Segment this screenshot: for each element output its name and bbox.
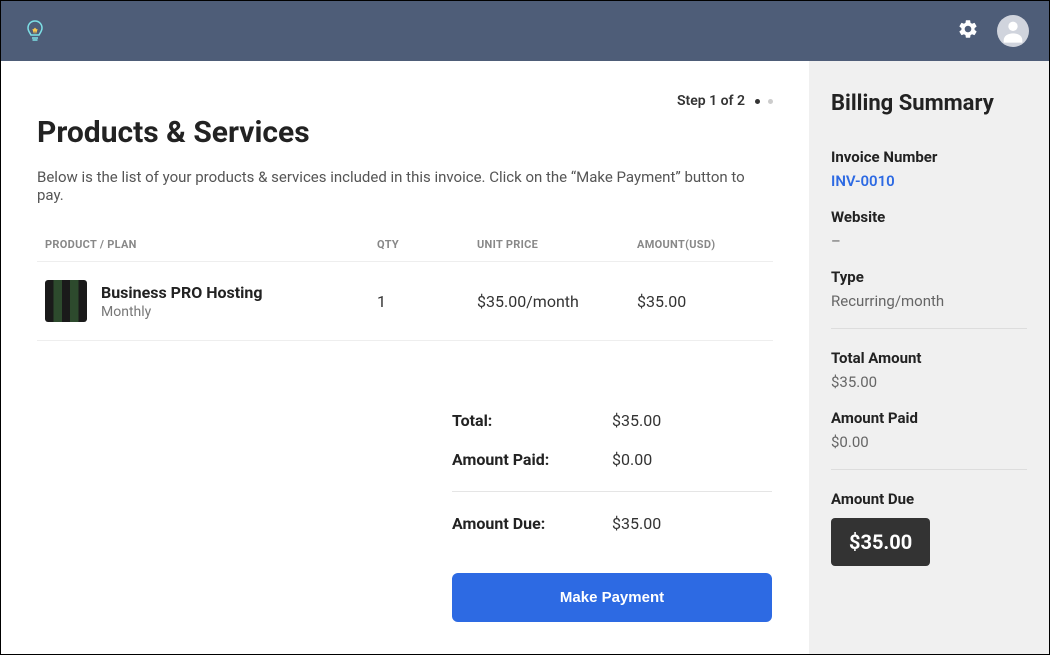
total-label: Total: bbox=[452, 411, 612, 430]
step-dot-active bbox=[755, 99, 760, 104]
step-indicator: Step 1 of 2 bbox=[37, 93, 773, 109]
page-subtitle: Below is the list of your products & ser… bbox=[37, 168, 773, 204]
col-header-qty: QTY bbox=[377, 238, 477, 251]
cell-unit-price: $35.00/month bbox=[477, 292, 637, 311]
totals-divider bbox=[452, 491, 772, 492]
col-header-price: UNIT PRICE bbox=[477, 238, 637, 251]
total-value: $35.00 bbox=[612, 411, 661, 430]
sidebar-divider-2 bbox=[831, 469, 1027, 470]
website-label: Website bbox=[831, 208, 1027, 226]
cell-amount: $35.00 bbox=[637, 292, 773, 311]
col-header-product: PRODUCT / PLAN bbox=[37, 238, 377, 251]
avatar[interactable] bbox=[997, 15, 1029, 47]
col-header-amount: AMOUNT(USD) bbox=[637, 238, 773, 251]
page-title: Products & Services bbox=[37, 115, 773, 150]
main-content: Step 1 of 2 Products & Services Below is… bbox=[1, 61, 809, 654]
website-value: – bbox=[831, 232, 1027, 250]
sb-total-amount-label: Total Amount bbox=[831, 349, 1027, 367]
amount-paid-value: $0.00 bbox=[612, 450, 652, 469]
sidebar-divider-1 bbox=[831, 328, 1027, 329]
table-row: Business PRO Hosting Monthly 1 $35.00/mo… bbox=[37, 261, 773, 341]
amount-paid-label: Amount Paid: bbox=[452, 450, 612, 469]
step-dot-inactive bbox=[768, 99, 773, 104]
billing-summary-sidebar: Billing Summary Invoice Number INV-0010 … bbox=[809, 61, 1049, 654]
sb-amount-paid-value: $0.00 bbox=[831, 433, 1027, 451]
type-value: Recurring/month bbox=[831, 292, 1027, 310]
amount-due-value: $35.00 bbox=[612, 514, 661, 533]
product-name: Business PRO Hosting bbox=[101, 283, 263, 302]
cell-qty: 1 bbox=[377, 292, 477, 311]
type-label: Type bbox=[831, 268, 1027, 286]
product-frequency: Monthly bbox=[101, 304, 263, 320]
gear-icon[interactable] bbox=[957, 18, 979, 44]
invoice-number-label: Invoice Number bbox=[831, 148, 1027, 166]
logo-icon[interactable] bbox=[21, 17, 49, 45]
product-image bbox=[45, 280, 87, 322]
sb-total-amount-value: $35.00 bbox=[831, 373, 1027, 391]
amount-due-label: Amount Due: bbox=[452, 514, 612, 533]
totals-section: Total: $35.00 Amount Paid: $0.00 Amount … bbox=[452, 401, 772, 543]
sb-amount-due-value: $35.00 bbox=[831, 518, 930, 566]
invoice-number-link[interactable]: INV-0010 bbox=[831, 172, 1027, 190]
sidebar-title: Billing Summary bbox=[831, 91, 1027, 116]
sb-amount-paid-label: Amount Paid bbox=[831, 409, 1027, 427]
step-label: Step 1 of 2 bbox=[677, 93, 745, 109]
app-header bbox=[1, 1, 1049, 61]
make-payment-button[interactable]: Make Payment bbox=[452, 573, 772, 622]
sb-amount-due-label: Amount Due bbox=[831, 490, 1027, 508]
table-header: PRODUCT / PLAN QTY UNIT PRICE AMOUNT(USD… bbox=[37, 228, 773, 261]
